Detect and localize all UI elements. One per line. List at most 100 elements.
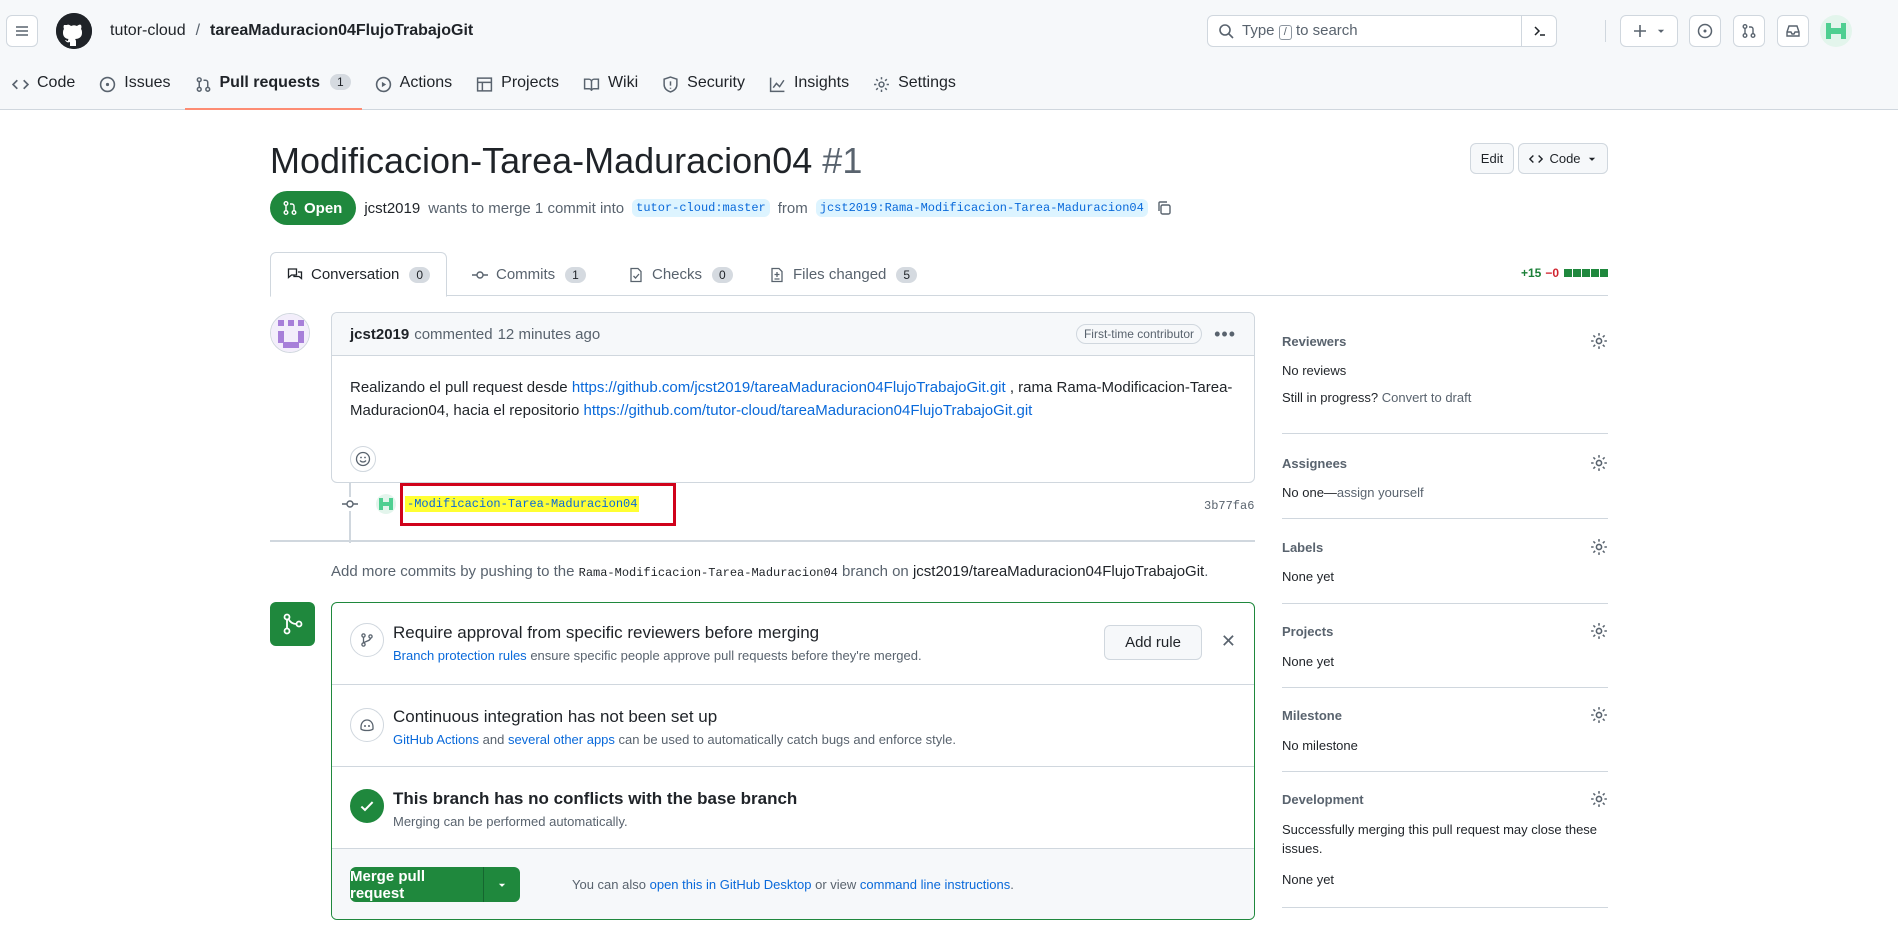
branch-protection-link[interactable]: Branch protection rules (393, 648, 527, 663)
gear-icon[interactable] (1590, 622, 1608, 640)
timeline-line (349, 483, 351, 543)
merge-period: . (1010, 877, 1014, 892)
merge-pull-request-button[interactable]: Merge pull request (350, 867, 520, 902)
ci-text: can be used to automatically catch bugs … (618, 732, 957, 747)
copy-icon[interactable] (1156, 200, 1172, 216)
search-icon (1219, 24, 1234, 39)
convert-to-draft-link[interactable]: Convert to draft (1382, 390, 1472, 405)
github-logo[interactable] (56, 13, 92, 49)
gear-icon[interactable] (1590, 454, 1608, 472)
reviewers-progress: Still in progress? Convert to draft (1282, 390, 1471, 405)
comment-link-1[interactable]: https://github.com/jcst2019/tareaMadurac… (572, 379, 1006, 396)
create-new-button[interactable] (1620, 15, 1678, 47)
pull-requests-button[interactable] (1733, 15, 1765, 47)
assignees-value: No one—assign yourself (1282, 485, 1424, 500)
rule-title: Require approval from specific reviewers… (393, 623, 820, 642)
comment-link-2[interactable]: https://github.com/tutor-cloud/tareaMadu… (583, 402, 1032, 419)
add-rule-button[interactable]: Add rule (1104, 625, 1202, 660)
issues-button[interactable] (1689, 15, 1721, 47)
gear-icon[interactable] (1590, 332, 1608, 350)
more-commits-text-2: branch on (842, 563, 909, 580)
reviewers-value: No reviews (1282, 363, 1347, 378)
ci-and: and (482, 732, 505, 747)
milestone-heading[interactable]: Milestone (1282, 708, 1342, 723)
tab-files-changed-label: Files changed (793, 266, 887, 283)
base-branch[interactable]: tutor-cloud:master (632, 199, 770, 217)
head-branch[interactable]: jcst2019:Rama-Modificacion-Tarea-Madurac… (815, 199, 1148, 217)
assign-yourself-link[interactable]: assign yourself (1337, 485, 1424, 500)
tab-conversation[interactable]: Conversation 0 (270, 252, 448, 297)
tab-projects[interactable]: Projects (476, 68, 568, 110)
tab-wiki[interactable]: Wiki (583, 68, 647, 110)
search-suffix: to search (1295, 22, 1358, 39)
pr-title-text: Modificacion-Tarea-Maduracion04 (270, 140, 813, 181)
comment-author[interactable]: jcst2019 (350, 326, 409, 343)
pull-requests-count: 1 (329, 74, 351, 90)
pr-title: Modificacion-Tarea-Maduracion04 #1 (270, 140, 862, 182)
code-dropdown-button[interactable]: Code (1518, 143, 1608, 174)
command-palette-icon[interactable] (1521, 15, 1557, 47)
pr-author-link[interactable]: jcst2019 (364, 200, 420, 217)
tab-security[interactable]: Security (662, 68, 754, 110)
inbox-button[interactable] (1777, 15, 1809, 47)
assignees-heading[interactable]: Assignees (1282, 456, 1347, 471)
menu-button[interactable] (6, 15, 38, 47)
edit-button[interactable]: Edit (1470, 143, 1514, 174)
commit-sha[interactable]: 3b77fa6 (1204, 499, 1254, 513)
code-icon (1529, 154, 1544, 163)
tab-checks[interactable]: Checks 0 (612, 252, 749, 297)
repo-link[interactable]: tareaMaduracion04FlujoTrabajoGit (210, 22, 473, 40)
tab-insights[interactable]: Insights (769, 68, 858, 110)
conflict-description: Merging can be performed automatically. (393, 814, 628, 829)
tab-pull-requests-label: Pull requests (219, 74, 320, 91)
tab-commits[interactable]: Commits 1 (456, 252, 602, 297)
comment-box: jcst2019 commented 12 minutes ago First-… (331, 312, 1255, 483)
commit-author-avatar[interactable] (376, 494, 396, 514)
user-avatar[interactable] (1820, 15, 1852, 47)
gear-icon[interactable] (1590, 538, 1608, 556)
tab-wiki-label: Wiki (607, 74, 639, 91)
triangle-down-icon (498, 883, 506, 887)
git-branch-icon (350, 623, 384, 657)
more-commits-period: . (1204, 563, 1209, 580)
projects-heading[interactable]: Projects (1282, 624, 1333, 639)
comment-author-avatar[interactable] (270, 313, 310, 353)
owner-link[interactable]: tutor-cloud (110, 22, 186, 40)
repo-nav: Code Issues Pull requests 1 Actions Proj… (12, 68, 980, 110)
github-actions-link[interactable]: GitHub Actions (393, 732, 479, 747)
tab-actions[interactable]: Actions (375, 68, 461, 110)
command-line-link[interactable]: command line instructions (860, 877, 1010, 892)
search-input[interactable]: Type / to search (1207, 15, 1557, 47)
sidebar-assignees: Assignees No one—assign yourself (1282, 454, 1608, 519)
git-commit-icon (472, 270, 488, 279)
other-apps-link[interactable]: several other apps (508, 732, 615, 747)
close-icon[interactable]: ✕ (1221, 631, 1236, 652)
tab-files-changed[interactable]: Files changed 5 (753, 252, 933, 297)
add-reaction-button[interactable] (350, 446, 376, 472)
graph-icon (769, 77, 785, 93)
kebab-horizontal-icon[interactable]: ••• (1214, 324, 1236, 345)
additions-count: +15 (1520, 266, 1542, 280)
commits-count: 1 (565, 266, 586, 283)
development-heading[interactable]: Development (1282, 792, 1364, 807)
tab-insights-label: Insights (793, 74, 850, 91)
merge-footer: Merge pull request You can also open thi… (332, 849, 1254, 919)
tab-settings[interactable]: Settings (873, 68, 965, 110)
gear-icon[interactable] (1590, 706, 1608, 724)
smiley-icon (355, 451, 371, 467)
github-desktop-link[interactable]: open this in GitHub Desktop (650, 877, 812, 892)
comment-time[interactable]: 12 minutes ago (498, 326, 601, 343)
tab-code[interactable]: Code (12, 68, 84, 110)
files-changed-count: 5 (896, 266, 918, 283)
labels-heading[interactable]: Labels (1282, 540, 1323, 555)
tab-issues[interactable]: Issues (99, 68, 179, 110)
reviewers-heading[interactable]: Reviewers (1282, 334, 1346, 349)
copilot-icon (350, 708, 384, 742)
issue-opened-icon (1697, 23, 1713, 39)
add-rule-label: Add rule (1125, 634, 1181, 651)
ci-title: Continuous integration has not been set … (393, 707, 718, 726)
comment-text-1: Realizando el pull request desde (350, 379, 568, 396)
tab-pull-requests[interactable]: Pull requests 1 (184, 68, 362, 110)
merge-method-dropdown[interactable] (484, 867, 520, 902)
gear-icon[interactable] (1590, 790, 1608, 808)
